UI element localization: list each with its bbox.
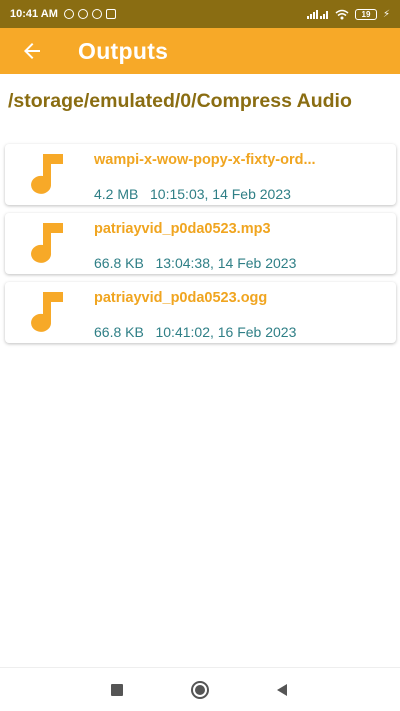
file-name: wampi-x-wow-popy-x-fixty-ord... [94,152,316,168]
status-bar: 10:41 AM 19 ⚡ [0,0,400,28]
battery-icon: 19 [354,8,377,20]
file-name: patriayvid_p0da0523.mp3 [94,221,271,237]
wifi-icon [335,9,349,19]
navigation-bar [0,667,400,711]
file-list: wampi-x-wow-popy-x-fixty-ord... 4.2 MB 1… [5,144,396,351]
file-meta: 66.8 KB 13:04:38, 14 Feb 2023 [94,255,297,271]
mail-icon [105,9,116,19]
notification-icons [63,9,116,19]
list-item[interactable]: wampi-x-wow-popy-x-fixty-ord... 4.2 MB 1… [5,144,396,205]
list-item[interactable]: patriayvid_p0da0523.ogg 66.8 KB 10:41:02… [5,282,396,343]
music-note-icon [31,292,63,332]
app-bar: Outputs [0,28,400,74]
music-note-icon [31,223,63,263]
signal-icon [306,10,328,19]
file-name: patriayvid_p0da0523.ogg [94,290,268,306]
arrow-left-icon[interactable] [20,39,44,63]
folder-path: /storage/emulated/0/Compress Audio [8,90,352,112]
notification-icon [63,9,74,19]
list-item[interactable]: patriayvid_p0da0523.mp3 66.8 KB 13:04:38… [5,213,396,274]
music-note-icon [31,154,63,194]
page-title: Outputs [78,37,169,64]
status-time: 10:41 AM [10,8,58,20]
recents-icon[interactable] [107,680,127,700]
back-triangle-icon[interactable] [272,680,292,700]
charging-icon: ⚡ [382,8,390,20]
notification-icon [77,9,88,19]
file-meta: 66.8 KB 10:41:02, 16 Feb 2023 [94,324,297,340]
home-icon[interactable] [190,680,210,700]
notification-icon [91,9,102,19]
file-meta: 4.2 MB 10:15:03, 14 Feb 2023 [94,186,291,202]
